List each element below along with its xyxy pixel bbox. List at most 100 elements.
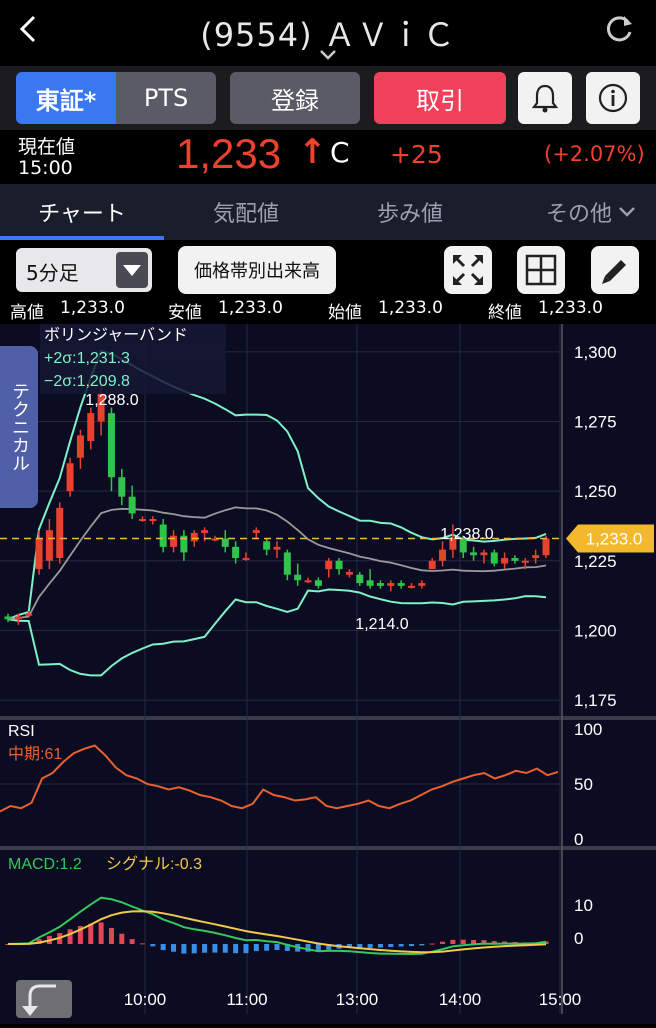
- candle-body: [35, 538, 43, 570]
- ohlc-open-value: 1,233.0: [378, 298, 443, 318]
- tse-button[interactable]: 東証*: [16, 72, 116, 124]
- macd-y-tick-label: 0: [574, 929, 583, 948]
- x-tick-label: 15:00: [539, 990, 582, 1009]
- candle-body: [325, 560, 333, 570]
- chevron-down-icon[interactable]: [318, 48, 338, 62]
- top-bar: (9554) ＡＶｉＣ: [0, 0, 656, 66]
- macd-histogram-bar: [377, 944, 383, 948]
- macd-histogram-bar: [88, 923, 94, 944]
- macd-histogram-bar: [409, 944, 414, 947]
- candle-body: [170, 535, 178, 547]
- candle-body: [542, 538, 550, 556]
- candle-body: [345, 571, 353, 575]
- macd-histogram-bar: [212, 944, 218, 953]
- candle-body: [56, 507, 64, 558]
- price-change: +25: [390, 140, 443, 169]
- ohlc-high-value: 1,233.0: [60, 298, 125, 318]
- interval-value: 5分足: [26, 261, 79, 285]
- macd-legend: MACD:1.2: [8, 856, 82, 873]
- macd-histogram-bar: [388, 944, 394, 947]
- y-tick-label: 1,250: [574, 482, 617, 501]
- candle-body: [149, 519, 157, 521]
- chart-area[interactable]: 1,300 1,275 1,250 1,225 1,200 1,175 1,233.0 ボリン…: [0, 324, 656, 1024]
- expand-icon: [452, 254, 484, 286]
- candle-body: [252, 530, 260, 533]
- candle-body: [521, 560, 529, 563]
- register-button[interactable]: 登録: [230, 72, 360, 124]
- tab-quotes[interactable]: 気配値: [164, 184, 328, 240]
- tab-ticks[interactable]: 歩み値: [328, 184, 492, 240]
- candle-body: [118, 477, 126, 497]
- candle-body: [294, 574, 302, 581]
- signal-legend: シグナル:-0.3: [106, 855, 202, 873]
- candle-body: [190, 532, 198, 542]
- candle-body: [273, 546, 281, 550]
- chevron-down-icon: [619, 207, 635, 217]
- candle-body: [87, 413, 95, 441]
- chart-svg[interactable]: 1,300 1,275 1,250 1,225 1,200 1,175 1,233.0 ボリン…: [0, 324, 656, 1024]
- candle-body: [501, 558, 509, 564]
- ohlc-low-label: 安値: [168, 303, 202, 323]
- pts-button[interactable]: PTS: [116, 72, 216, 124]
- ohlc-close-label: 終値: [488, 303, 522, 323]
- bell-button[interactable]: [518, 72, 572, 124]
- legend-lower: −2σ:1,209.8: [44, 373, 130, 390]
- current-price-label: 現在値: [18, 136, 76, 158]
- interval-select[interactable]: 5分足: [16, 248, 152, 292]
- info-button[interactable]: [586, 72, 640, 124]
- candle-body: [139, 519, 146, 521]
- candle-body: [242, 558, 250, 560]
- macd-histogram-bar: [274, 944, 280, 951]
- macd-histogram-bar: [171, 944, 177, 952]
- macd-y-tick-label: 10: [574, 896, 593, 915]
- action-row: 東証* PTS 登録 取引: [0, 66, 656, 130]
- volume-profile-button[interactable]: 価格帯別出来高: [178, 246, 336, 294]
- candle-body: [25, 613, 33, 616]
- x-tick-label: 10:00: [124, 990, 167, 1009]
- tab-chart[interactable]: チャート: [0, 184, 164, 240]
- candle-body: [232, 546, 240, 558]
- x-tick-label: 13:00: [336, 990, 379, 1009]
- tab-other[interactable]: その他: [492, 184, 638, 240]
- candle-body: [159, 524, 167, 547]
- candle-body: [335, 560, 343, 570]
- macd-histogram-bar: [367, 944, 373, 948]
- draw-button[interactable]: [591, 246, 639, 294]
- refresh-icon[interactable]: [602, 12, 636, 46]
- low-annotation: 1,214.0: [355, 616, 408, 633]
- mid-annotation: 1,238.0: [440, 526, 493, 543]
- candle-body: [428, 560, 436, 570]
- technical-side-tab[interactable]: テクニカル: [0, 346, 38, 508]
- rsi-title: RSI: [8, 723, 35, 740]
- macd-histogram-bar: [67, 929, 73, 944]
- legend-upper: +2σ:1,231.3: [44, 350, 130, 367]
- rsi-legend: 中期:61: [8, 745, 62, 763]
- pencil-icon: [602, 260, 626, 284]
- macd-histogram-bar: [222, 944, 228, 953]
- macd-histogram-bar: [253, 944, 259, 952]
- ohlc-open-label: 始値: [328, 303, 362, 323]
- candle-body: [439, 549, 447, 561]
- current-price-tag-label: 1,233.0: [586, 530, 643, 549]
- ohlc-high-label: 高値: [10, 303, 44, 323]
- up-arrow-icon: ↑: [298, 132, 327, 172]
- y-tick-label: 1,200: [574, 621, 617, 640]
- tab-other-label: その他: [545, 202, 612, 227]
- candle-body: [532, 555, 540, 558]
- candle-body: [221, 538, 229, 547]
- x-tick-label: 14:00: [439, 990, 482, 1009]
- scroll-back-button[interactable]: [16, 980, 72, 1018]
- rsi-line: [0, 744, 559, 813]
- macd-histogram-bar: [398, 944, 404, 947]
- candle-body: [314, 580, 322, 586]
- expand-button[interactable]: [444, 246, 492, 294]
- rsi-y-tick-label: 0: [574, 830, 583, 849]
- back-arrow-icon: [22, 984, 56, 1016]
- macd-histogram-bar: [233, 944, 239, 954]
- candle-body: [76, 435, 84, 458]
- y-tick-label: 1,175: [574, 691, 617, 710]
- layout-button[interactable]: [517, 246, 565, 294]
- macd-histogram-bar: [460, 939, 466, 944]
- trade-button[interactable]: 取引: [374, 72, 506, 124]
- macd-histogram-bar: [181, 944, 187, 954]
